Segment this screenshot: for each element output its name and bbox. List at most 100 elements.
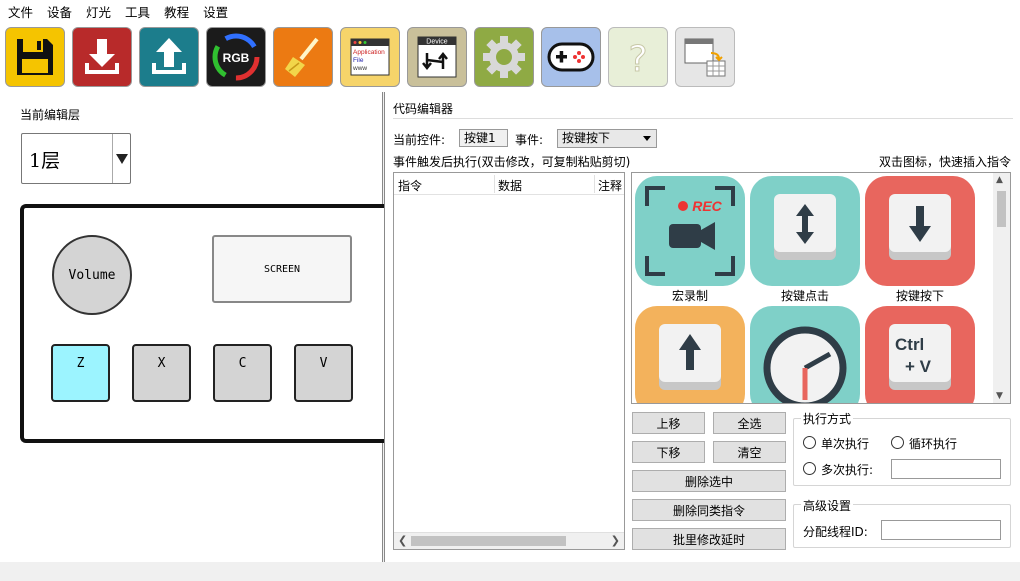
svg-text:?: ? (628, 39, 647, 79)
help-button[interactable]: ? (608, 27, 668, 87)
divider (393, 118, 1013, 119)
save-button[interactable] (5, 27, 65, 87)
download-icon (85, 39, 119, 74)
move-down-button[interactable]: 下移 (632, 441, 705, 463)
upload-icon (152, 38, 186, 74)
select-all-button[interactable]: 全选 (713, 412, 786, 434)
window-manager-button[interactable] (675, 27, 735, 87)
multi-exec-count-input[interactable] (891, 459, 1001, 479)
menu-device[interactable]: 设备 (47, 2, 72, 21)
upload-button[interactable] (139, 27, 199, 87)
key-press-tile[interactable] (865, 176, 975, 286)
clean-button[interactable] (273, 27, 333, 87)
svg-text:Ctrl: Ctrl (895, 335, 924, 354)
device-layout-canvas: Volume SCREEN Z X C V (20, 204, 390, 443)
delay-tile[interactable] (750, 306, 860, 403)
chevron-down-icon (643, 136, 651, 141)
screen-widget[interactable]: SCREEN (212, 235, 352, 303)
command-icon-palette: REC 宏录制 按键点击 按键按下 Ctrl + V ▲ ▼ (631, 172, 1011, 404)
volume-knob[interactable]: Volume (52, 235, 132, 315)
window-grid-icon (684, 38, 726, 77)
loop-exec-radio[interactable] (891, 436, 904, 449)
code-editor-title: 代码编辑器 (393, 102, 454, 116)
icon-palette-vscrollbar[interactable]: ▲ ▼ (993, 173, 1010, 403)
chevron-down-icon[interactable] (112, 134, 130, 183)
key-click-icon (774, 194, 836, 260)
vscroll-thumb[interactable] (997, 191, 1006, 227)
scroll-right-icon[interactable]: ❯ (611, 534, 620, 547)
event-select-value: 按键按下 (562, 131, 611, 145)
move-up-button[interactable]: 上移 (632, 412, 705, 434)
hotkey-tile[interactable]: Ctrl + V (865, 306, 975, 403)
single-exec-radio[interactable] (803, 436, 816, 449)
menu-bar: 文件 设备 灯光 工具 教程 设置 (0, 0, 1020, 22)
svg-text:Device: Device (426, 39, 448, 46)
code-editor-panel: 代码编辑器 当前控件: 按键1 事件: 按键按下 事件触发后执行(双击修改，可复… (384, 92, 1020, 562)
delete-selected-button[interactable]: 删除选中 (632, 470, 786, 492)
event-label: 事件: (515, 133, 544, 147)
loop-exec-label: 循环执行 (909, 437, 958, 451)
toolbar: RGB Application File www Device ? (0, 22, 1020, 92)
current-control-field[interactable]: 按键1 (459, 129, 508, 147)
key-press-label: 按键按下 (895, 289, 944, 303)
clock-icon (763, 326, 847, 403)
hscroll-thumb[interactable] (411, 536, 566, 546)
menu-file[interactable]: 文件 (8, 2, 33, 21)
svg-text:www: www (352, 65, 367, 72)
clear-button[interactable]: 清空 (713, 441, 786, 463)
command-list-hscrollbar[interactable]: ❮ ❯ (394, 532, 624, 549)
key-c[interactable]: C (213, 344, 272, 402)
broom-icon (285, 37, 319, 77)
command-list[interactable]: 指令 数据 注释 ❮ ❯ (393, 172, 625, 550)
delete-same-type-button[interactable]: 删除同类指令 (632, 499, 786, 521)
key-press-icon (889, 194, 951, 260)
current-control-label: 当前控件: (393, 133, 446, 147)
key-release-tile[interactable] (635, 306, 745, 403)
thread-id-input[interactable] (881, 520, 1001, 540)
layer-select[interactable]: 1层 (21, 133, 131, 184)
scroll-up-icon[interactable]: ▲ (996, 175, 1003, 185)
key-v[interactable]: V (294, 344, 353, 402)
device-button[interactable]: Device (407, 27, 467, 87)
rgb-button[interactable]: RGB (206, 27, 266, 87)
exec-mode-title: 执行方式 (801, 410, 854, 427)
settings-button[interactable] (474, 27, 534, 87)
svg-text:RGB: RGB (223, 51, 250, 65)
macro-record-tile[interactable]: REC (635, 176, 745, 286)
batch-edit-delay-button[interactable]: 批里修改延时 (632, 528, 786, 550)
key-x[interactable]: X (132, 344, 191, 402)
rgb-icon: RGB (212, 33, 260, 81)
device-icon: Device (417, 36, 457, 78)
hint-left: 事件触发后执行(双击修改，可复制粘贴剪切) (393, 155, 631, 169)
column-note[interactable]: 注释 (598, 177, 622, 194)
key-z[interactable]: Z (51, 344, 110, 402)
macro-record-label: 宏录制 (671, 289, 708, 303)
key-click-label: 按键点击 (780, 289, 829, 303)
key-release-icon (659, 324, 721, 390)
menu-tutorial[interactable]: 教程 (164, 2, 189, 21)
event-select[interactable]: 按键按下 (557, 129, 657, 148)
svg-text:Application: Application (353, 49, 385, 56)
gear-icon (483, 36, 525, 78)
menu-tools[interactable]: 工具 (125, 2, 150, 21)
svg-text:+ V: + V (905, 357, 932, 376)
gamepad-button[interactable] (541, 27, 601, 87)
menu-lighting[interactable]: 灯光 (86, 2, 111, 21)
question-icon: ? (628, 39, 648, 80)
status-bar (0, 562, 1020, 581)
svg-text:REC: REC (692, 198, 722, 214)
column-command[interactable]: 指令 (398, 177, 422, 194)
key-click-tile[interactable] (750, 176, 860, 286)
thread-id-label: 分配线程ID: (803, 525, 868, 539)
gamepad-icon (547, 42, 595, 72)
application-file-button[interactable]: Application File www (340, 27, 400, 87)
scroll-left-icon[interactable]: ❮ (398, 534, 407, 547)
column-data[interactable]: 数据 (498, 177, 522, 194)
download-button[interactable] (72, 27, 132, 87)
macro-record-icon: REC (645, 186, 735, 276)
scroll-down-icon[interactable]: ▼ (996, 391, 1003, 401)
menu-settings[interactable]: 设置 (203, 2, 228, 21)
advanced-title: 高级设置 (801, 497, 854, 514)
multi-exec-radio[interactable] (803, 462, 816, 475)
layer-select-value: 1层 (29, 150, 61, 172)
